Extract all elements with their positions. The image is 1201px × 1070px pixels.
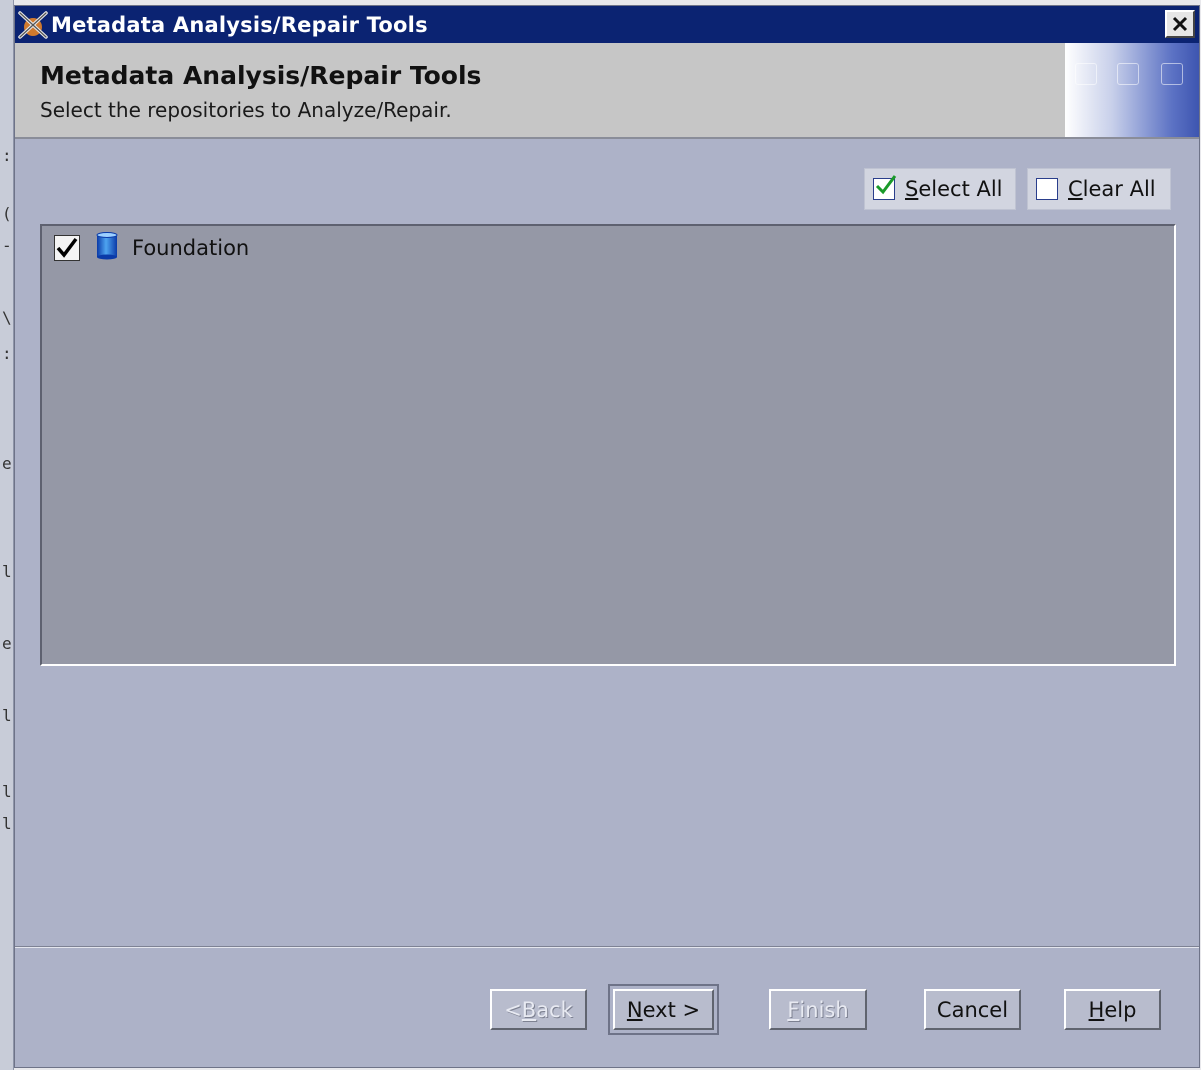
clear-all-label: Clear All: [1068, 177, 1156, 201]
repository-label: Foundation: [132, 236, 250, 260]
cancel-button[interactable]: Cancel: [924, 989, 1021, 1030]
repository-checkbox[interactable]: [54, 235, 80, 261]
close-icon: [1172, 16, 1188, 32]
window-title: Metadata Analysis/Repair Tools: [51, 12, 428, 37]
checkmark-icon: [56, 237, 78, 258]
page-subtitle: Select the repositories to Analyze/Repai…: [40, 98, 452, 122]
clear-all-button[interactable]: Clear All: [1027, 168, 1171, 210]
back-button[interactable]: < Back: [490, 989, 587, 1030]
header-decoration: [1065, 43, 1199, 137]
background-app-strip: :(- \: e lel ll: [0, 0, 14, 1070]
list-item[interactable]: Foundation: [54, 232, 249, 264]
finish-button[interactable]: Finish: [769, 989, 867, 1030]
help-button[interactable]: Help: [1064, 989, 1161, 1030]
close-button[interactable]: [1165, 10, 1195, 38]
wizard-dialog: Metadata Analysis/Repair Tools Metadata …: [14, 5, 1200, 1068]
select-all-label: Select All: [905, 177, 1003, 201]
wizard-header: Metadata Analysis/Repair Tools Select th…: [15, 43, 1199, 139]
checked-box-icon: [873, 175, 897, 200]
next-button[interactable]: Next >: [608, 984, 719, 1035]
footer-divider: [15, 946, 1199, 948]
empty-box-icon: [1036, 178, 1058, 200]
page-title: Metadata Analysis/Repair Tools: [40, 61, 482, 90]
title-bar[interactable]: Metadata Analysis/Repair Tools: [15, 6, 1199, 43]
database-cylinder-icon: [96, 232, 118, 264]
repository-list[interactable]: Foundation: [40, 224, 1176, 666]
select-all-button[interactable]: Select All: [864, 168, 1016, 210]
app-logo-icon: [15, 7, 51, 43]
